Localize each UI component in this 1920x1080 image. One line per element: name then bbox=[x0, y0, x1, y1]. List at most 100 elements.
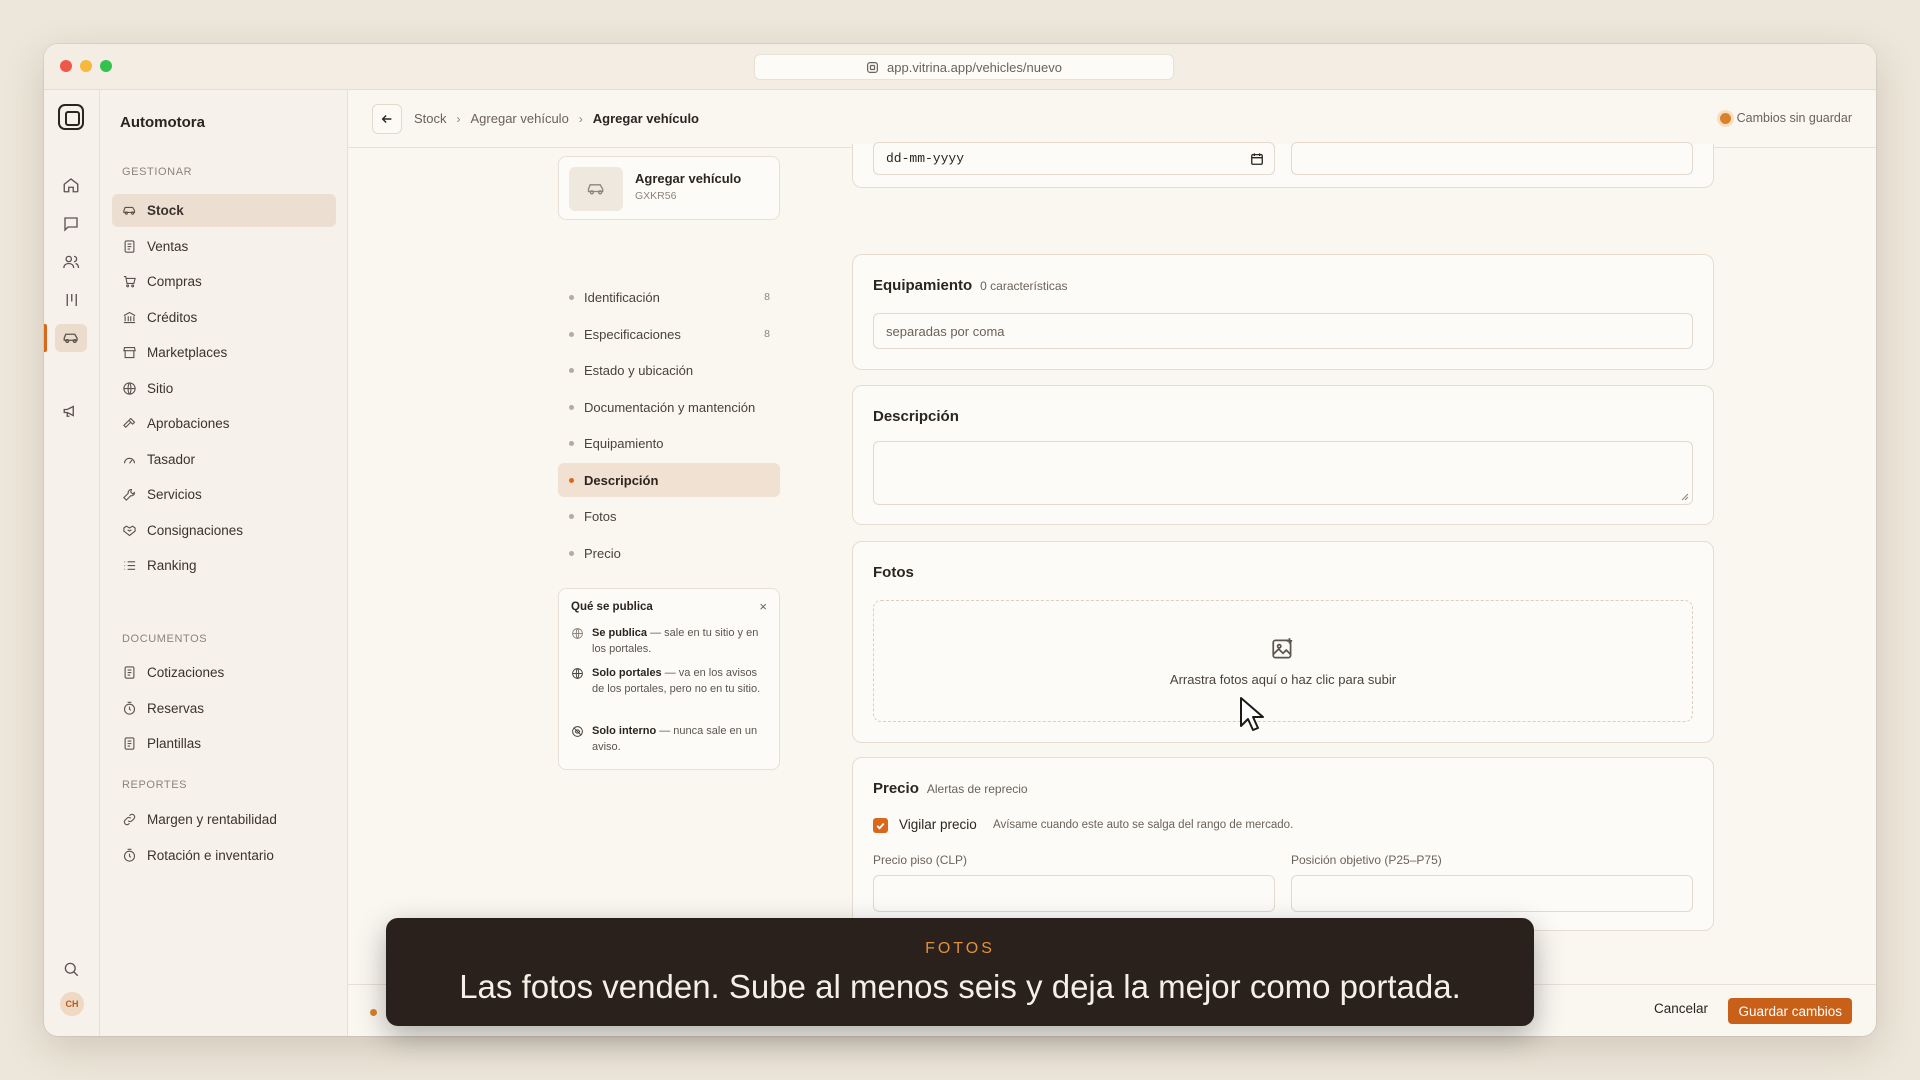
equipamiento-card: Equipamiento 0 características separadas … bbox=[852, 254, 1714, 370]
maximize-window-button[interactable] bbox=[100, 60, 112, 72]
publish-info-card: Qué se publica × Se publica — sale en tu… bbox=[558, 588, 780, 770]
publish-info-title: Qué se publica bbox=[571, 601, 653, 613]
sidebar-item-label: Marketplaces bbox=[147, 345, 228, 360]
sidebar-item-label: Aprobaciones bbox=[147, 416, 230, 431]
watch-price-label[interactable]: Vigilar precio bbox=[899, 817, 977, 832]
sidebar-item-ranking[interactable]: Ranking bbox=[112, 549, 336, 582]
breadcrumb-agregar[interactable]: Agregar vehículo bbox=[471, 111, 569, 126]
watch-price-checkbox[interactable] bbox=[873, 818, 888, 833]
columns-icon[interactable] bbox=[60, 289, 82, 311]
main-content: Agregar vehículo GXKR56 Identificación 8 … bbox=[348, 142, 1876, 1036]
sidebar-item-consignaciones[interactable]: Consignaciones bbox=[112, 514, 336, 547]
sidebar-item-label: Ventas bbox=[147, 239, 189, 254]
back-button[interactable] bbox=[372, 104, 402, 134]
car-icon[interactable] bbox=[55, 324, 87, 352]
home-icon[interactable] bbox=[60, 174, 82, 196]
step-precio[interactable]: Precio bbox=[558, 536, 780, 570]
wrench-icon bbox=[123, 488, 136, 501]
text-input[interactable] bbox=[1291, 142, 1693, 175]
megaphone-icon[interactable] bbox=[60, 400, 82, 422]
sidebar-item-sitio[interactable]: Sitio bbox=[112, 372, 336, 405]
fotos-title: Fotos bbox=[873, 564, 914, 581]
document-icon bbox=[124, 737, 135, 750]
equipamiento-title: Equipamiento 0 características bbox=[873, 277, 1068, 294]
breadcrumb: Stock › Agregar vehículo › Agregar vehíc… bbox=[414, 111, 699, 126]
step-count: 8 bbox=[764, 328, 770, 340]
users-icon[interactable] bbox=[60, 251, 82, 273]
step-equipamiento[interactable]: Equipamiento bbox=[558, 426, 780, 460]
section-title-documentos: DOCUMENTOS bbox=[122, 633, 208, 645]
step-documentacion[interactable]: Documentación y mantención bbox=[558, 390, 780, 424]
sidebar-item-rotacion[interactable]: Rotación e inventario bbox=[112, 839, 336, 872]
checkmark-icon bbox=[876, 823, 885, 830]
user-avatar[interactable]: CH bbox=[60, 992, 84, 1016]
step-descripcion[interactable]: Descripción bbox=[558, 463, 780, 497]
target-position-input[interactable] bbox=[1291, 875, 1693, 912]
search-icon[interactable] bbox=[60, 958, 82, 980]
sidebar-item-plantillas[interactable]: Plantillas bbox=[112, 727, 336, 760]
sidebar-item-reservas[interactable]: Reservas bbox=[112, 692, 336, 725]
sidebar-item-cotizaciones[interactable]: Cotizaciones bbox=[112, 656, 336, 689]
descripcion-textarea[interactable] bbox=[873, 441, 1693, 505]
vehicle-thumbnail bbox=[569, 167, 623, 211]
caption-message: Las fotos venden. Sube al menos seis y d… bbox=[459, 968, 1461, 1005]
app-window: app.vitrina.app/vehicles/nuevo CH Automo… bbox=[44, 44, 1876, 1036]
close-window-button[interactable] bbox=[60, 60, 72, 72]
globe-icon bbox=[572, 668, 583, 679]
minimize-window-button[interactable] bbox=[80, 60, 92, 72]
vehicle-plate: GXKR56 bbox=[635, 190, 677, 202]
bank-icon bbox=[123, 311, 136, 324]
breadcrumb-stock[interactable]: Stock bbox=[414, 111, 447, 126]
floor-price-label: Precio piso (CLP) bbox=[873, 853, 968, 867]
option-name: Solo portales bbox=[592, 667, 662, 679]
close-icon[interactable]: × bbox=[759, 599, 767, 614]
precio-card: Precio Alertas de reprecio Vigilar precio… bbox=[852, 757, 1714, 931]
publish-option-public: Se publica — sale en tu sitio y en los p… bbox=[571, 625, 771, 657]
sidebar-item-servicios[interactable]: Servicios bbox=[112, 478, 336, 511]
resize-handle-icon[interactable] bbox=[1681, 493, 1689, 501]
fotos-card: Fotos Arrastra fotos aquí o haz clic par… bbox=[852, 541, 1714, 743]
equipamiento-input[interactable]: separadas por coma bbox=[873, 313, 1693, 349]
sidebar-item-aprobaciones[interactable]: Aprobaciones bbox=[112, 407, 336, 440]
step-especificaciones[interactable]: Especificaciones 8 bbox=[558, 317, 780, 351]
cancel-button[interactable]: Cancelar bbox=[1654, 1001, 1708, 1016]
section-title-gestionar: GESTIONAR bbox=[122, 166, 193, 178]
icon-rail: CH bbox=[44, 90, 100, 1036]
unsaved-status-text: Cambios sin guardar bbox=[1736, 111, 1852, 125]
save-button[interactable]: Guardar cambios bbox=[1728, 998, 1852, 1024]
mouse-cursor-icon bbox=[1240, 697, 1264, 731]
floor-price-input[interactable] bbox=[873, 875, 1275, 912]
sidebar-item-stock[interactable]: Stock bbox=[112, 194, 336, 227]
breadcrumb-current: Agregar vehículo bbox=[592, 111, 699, 126]
store-icon bbox=[123, 346, 136, 359]
option-name: Solo interno bbox=[592, 725, 657, 737]
cart-icon bbox=[123, 275, 136, 288]
publish-option-portals: Solo portales — va en los avisos de los … bbox=[571, 665, 771, 697]
chat-icon[interactable] bbox=[60, 213, 82, 235]
publish-option-internal: Solo interno — nunca sale en un aviso. bbox=[571, 723, 771, 755]
vehicle-title: Agregar vehículo bbox=[635, 171, 742, 186]
date-input[interactable]: dd-mm-yyyy bbox=[873, 142, 1275, 175]
calendar-icon[interactable] bbox=[1250, 152, 1264, 166]
app-logo-icon[interactable] bbox=[58, 104, 84, 130]
vehicle-summary-card: Agregar vehículo GXKR56 bbox=[558, 156, 780, 220]
step-estado[interactable]: Estado y ubicación bbox=[558, 353, 780, 387]
address-bar[interactable]: app.vitrina.app/vehicles/nuevo bbox=[754, 54, 1174, 80]
step-identificacion[interactable]: Identificación 8 bbox=[558, 280, 780, 314]
sidebar-item-creditos[interactable]: Créditos bbox=[112, 301, 336, 334]
sidebar-item-tasador[interactable]: Tasador bbox=[112, 443, 336, 476]
step-label: Documentación y mantención bbox=[584, 399, 756, 415]
step-fotos[interactable]: Fotos bbox=[558, 499, 780, 533]
sidebar-item-marketplaces[interactable]: Marketplaces bbox=[112, 336, 336, 369]
photo-dropzone[interactable]: Arrastra fotos aquí o haz clic para subi… bbox=[873, 600, 1693, 722]
dropzone-text: Arrastra fotos aquí o haz clic para subi… bbox=[1169, 671, 1397, 687]
url-text: app.vitrina.app/vehicles/nuevo bbox=[887, 59, 1062, 75]
precio-title: Precio Alertas de reprecio bbox=[873, 780, 1028, 797]
sidebar-item-compras[interactable]: Compras bbox=[112, 265, 336, 298]
car-icon bbox=[123, 206, 136, 215]
sidebar-item-ventas[interactable]: Ventas bbox=[112, 230, 336, 263]
status-dot-icon bbox=[1719, 112, 1731, 124]
sidebar-item-label: Plantillas bbox=[147, 736, 202, 751]
sidebar-item-margen[interactable]: Margen y rentabilidad bbox=[112, 803, 336, 836]
descripcion-card: Descripción bbox=[852, 385, 1714, 525]
